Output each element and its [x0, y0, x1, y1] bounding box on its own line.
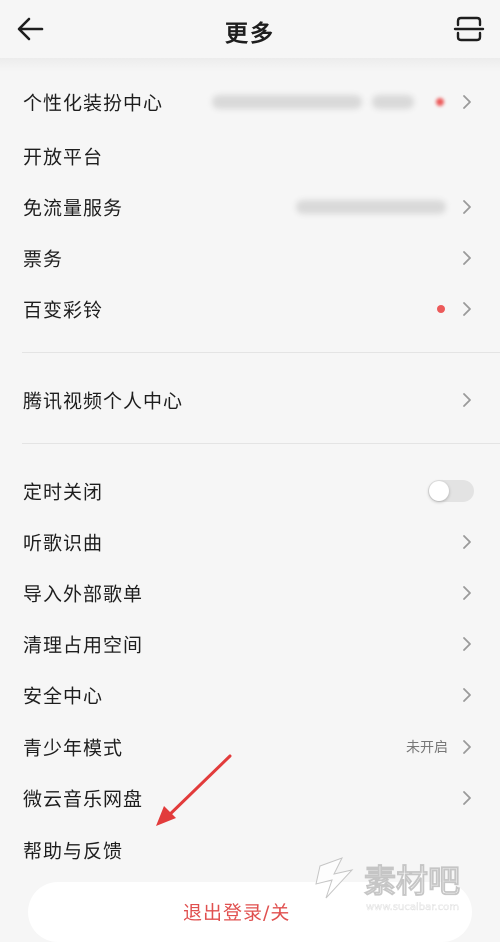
menu-item-teen-mode[interactable]: 青少年模式 未开启	[0, 721, 500, 772]
menu-item-theme-center[interactable]: 个性化装扮中心	[0, 76, 500, 127]
menu-item-label: 微云音乐网盘	[23, 788, 144, 810]
header-shadow	[0, 58, 500, 72]
chevron-right-icon	[463, 199, 471, 214]
menu-item-sleep-timer[interactable]: 定时关闭	[0, 465, 500, 516]
sleep-timer-toggle[interactable]	[428, 479, 474, 502]
menu-item-open-platform[interactable]: 开放平台	[0, 130, 500, 181]
menu-item-tencent-video[interactable]: 腾讯视频个人中心	[0, 374, 500, 425]
chevron-right-icon	[463, 94, 471, 109]
section-divider	[22, 443, 500, 444]
blurred-value	[372, 94, 414, 109]
chevron-right-icon	[463, 250, 471, 265]
toggle-knob	[429, 480, 449, 501]
chevron-right-icon	[463, 301, 471, 316]
chevron-right-icon	[463, 392, 471, 407]
menu-item-label: 开放平台	[23, 146, 104, 168]
menu-item-song-recognition[interactable]: 听歌识曲	[0, 516, 500, 567]
menu-item-label: 听歌识曲	[23, 532, 104, 554]
menu-item-label: 票务	[23, 248, 64, 270]
red-dot-badge	[437, 304, 445, 313]
section-divider	[22, 352, 500, 353]
svg-text:www.sucaibar.com: www.sucaibar.com	[366, 902, 459, 913]
menu-item-label: 腾讯视频个人中心	[23, 390, 184, 412]
header-bar: 更多	[0, 0, 500, 58]
menu-item-tickets[interactable]: 票务	[0, 232, 500, 283]
scan-icon	[453, 16, 485, 42]
menu-item-free-data[interactable]: 免流量服务	[0, 181, 500, 232]
page-title: 更多	[225, 21, 275, 47]
watermark-logo: 素材吧 www.sucaibar.com	[315, 857, 460, 913]
menu-item-label: 青少年模式	[23, 737, 124, 759]
chevron-right-icon	[463, 585, 471, 600]
menu-item-label: 清理占用空间	[23, 634, 144, 656]
blurred-value	[212, 94, 362, 109]
chevron-right-icon	[463, 790, 471, 805]
red-dot-badge	[436, 97, 444, 106]
menu-item-import-playlist[interactable]: 导入外部歌单	[0, 567, 500, 618]
menu-item-ringtone[interactable]: 百变彩铃	[0, 283, 500, 334]
chevron-right-icon	[463, 534, 471, 549]
menu-item-security-center[interactable]: 安全中心	[0, 669, 500, 720]
menu-item-weiyun-drive[interactable]: 微云音乐网盘	[0, 772, 500, 823]
menu-item-label: 定时关闭	[23, 481, 104, 503]
blurred-value	[296, 199, 446, 214]
menu-item-label: 帮助与反馈	[23, 840, 124, 862]
menu-item-label: 导入外部歌单	[23, 583, 144, 605]
annotation-arrow-icon	[156, 754, 232, 826]
scan-button[interactable]	[452, 12, 486, 46]
logout-label: 退出登录/关	[183, 902, 291, 924]
menu-item-label: 个性化装扮中心	[23, 92, 164, 114]
menu-item-label: 免流量服务	[23, 197, 124, 219]
teen-mode-status: 未开启	[406, 739, 448, 756]
menu-item-clear-storage[interactable]: 清理占用空间	[0, 618, 500, 669]
chevron-right-icon	[463, 687, 471, 702]
menu-item-label: 安全中心	[23, 685, 104, 707]
chevron-right-icon	[463, 739, 471, 754]
svg-text:素材吧: 素材吧	[364, 862, 460, 900]
chevron-right-icon	[463, 636, 471, 651]
menu-item-label: 百变彩铃	[23, 299, 104, 321]
